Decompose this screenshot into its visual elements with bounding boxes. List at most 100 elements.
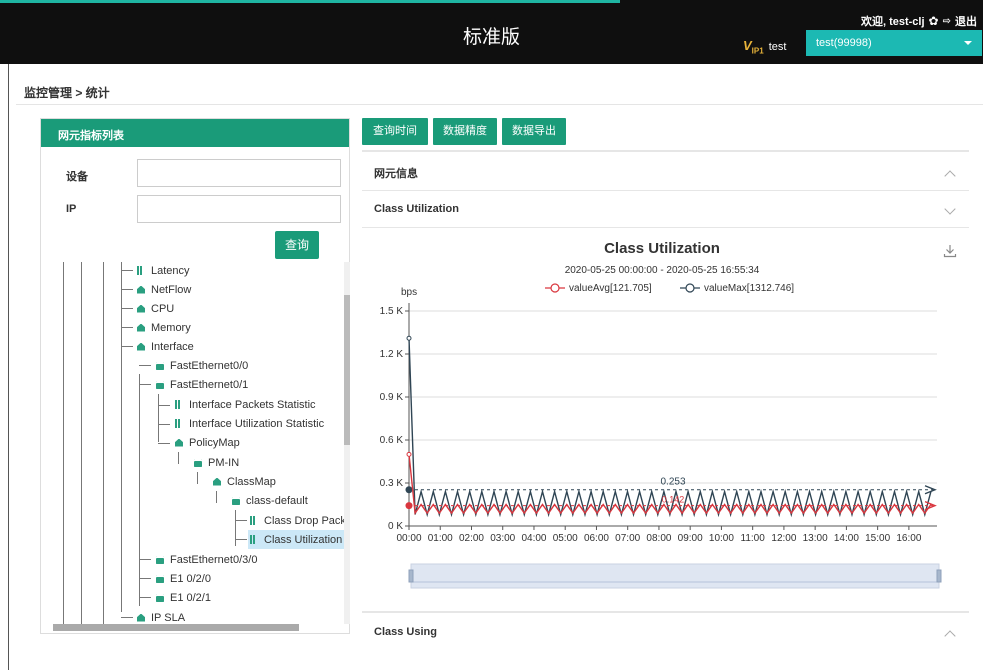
- welcome-text: 欢迎, test-clj: [860, 16, 925, 28]
- tree-node-if-packets[interactable]: Interface Packets Statistic: [175, 395, 316, 414]
- y-tick-label-2: 0.6 K: [380, 435, 404, 446]
- ip-input[interactable]: [137, 195, 341, 223]
- y-tick-label-3: 0.9 K: [380, 392, 404, 403]
- device-input[interactable]: [137, 159, 341, 187]
- folder-icon: [213, 477, 221, 486]
- tree-node-interface[interactable]: Interface: [137, 337, 194, 356]
- chart-title: Class Utilization: [604, 240, 720, 257]
- tree-node-latency[interactable]: Latency: [137, 262, 190, 280]
- panel-title: 网元指标列表: [41, 119, 349, 147]
- x-tick-label-15: 15:00: [865, 533, 890, 544]
- markline-start-dot-1: [405, 486, 413, 494]
- metric-tree: Latency NetFlow CPU Memory Interface Fas…: [48, 262, 344, 624]
- x-tick-label-3: 03:00: [490, 533, 515, 544]
- user-welcome: 欢迎, test-clj ✿ ⇨ 退出: [861, 13, 977, 29]
- folder-icon: [137, 285, 145, 294]
- folder-icon: [137, 613, 145, 622]
- markline-start-dot-0: [405, 502, 413, 510]
- divider: [362, 611, 969, 613]
- gear-icon[interactable]: ✿: [929, 14, 939, 28]
- x-tick-label-16: 16:00: [896, 533, 921, 544]
- tree-node-class-utilization[interactable]: Class Utilization: [248, 530, 344, 549]
- tree-node-fe0-3-0[interactable]: FastEthernet0/3/0: [156, 550, 257, 569]
- zoom-handle-1[interactable]: [936, 569, 942, 583]
- tree-node-cpu[interactable]: CPU: [137, 299, 174, 318]
- chevron-up-icon[interactable]: [944, 170, 956, 182]
- query-time-button[interactable]: 查询时间: [362, 118, 428, 145]
- folder-icon: [137, 342, 145, 351]
- tree-node-memory[interactable]: Memory: [137, 318, 191, 337]
- zoom-handle-0[interactable]: [408, 569, 414, 583]
- divider: [362, 227, 969, 228]
- query-button[interactable]: 查询: [275, 231, 319, 259]
- y-tick-label-4: 1.2 K: [380, 349, 404, 360]
- interface-icon: [156, 361, 164, 370]
- tree-horizontal-scrollbar[interactable]: [53, 624, 299, 631]
- series-start-point-1: [406, 335, 412, 341]
- x-tick-label-13: 13:00: [803, 533, 828, 544]
- bar-chart-icon: [175, 419, 183, 428]
- vip-logo-icon: VIP1: [743, 38, 764, 56]
- class-utilization-chart: valueAvg[121.705] valueMax[1312.746] 0 K0…: [380, 283, 942, 589]
- x-tick-label-11: 11:00: [741, 533, 766, 544]
- legend-marker-1: [685, 283, 695, 293]
- interface-icon: [156, 555, 164, 564]
- bar-chart-icon: [175, 400, 183, 409]
- tree-node-policymap[interactable]: PolicyMap: [175, 433, 240, 452]
- vip-badge: VIP1 test: [743, 38, 786, 56]
- bar-chart-icon: [250, 516, 258, 525]
- tenant-value: test(99998): [816, 37, 872, 49]
- legend-marker-0: [550, 283, 560, 293]
- data-export-button[interactable]: 数据导出: [502, 118, 566, 145]
- markline-label-max: 0.253: [660, 477, 685, 488]
- interface-icon: [232, 496, 240, 505]
- tree-node-fe0-1[interactable]: FastEthernet0/1: [156, 375, 248, 394]
- tree-node-classmap[interactable]: ClassMap: [213, 472, 276, 491]
- chevron-up-icon[interactable]: [944, 630, 956, 642]
- section-class-using[interactable]: Class Using: [374, 626, 437, 638]
- data-precision-button[interactable]: 数据精度: [433, 118, 497, 145]
- y-tick-label-5: 1.5 K: [380, 306, 404, 317]
- x-tick-label-2: 02:00: [459, 533, 484, 544]
- tenant-select[interactable]: test(99998): [806, 30, 982, 56]
- interface-icon: [156, 574, 164, 583]
- section-class-utilization[interactable]: Class Utilization: [374, 203, 459, 215]
- tree-scroll-thumb[interactable]: [344, 295, 350, 445]
- interface-icon: [156, 593, 164, 602]
- tree-node-class-default[interactable]: class-default: [232, 491, 308, 510]
- folder-icon: [137, 323, 145, 332]
- x-tick-label-4: 04:00: [521, 533, 546, 544]
- x-tick-label-0: 00:00: [396, 533, 421, 544]
- x-tick-label-7: 07:00: [615, 533, 640, 544]
- tree-node-e1-0-2-0[interactable]: E1 0/2/0: [156, 569, 211, 588]
- logout-link[interactable]: 退出: [955, 13, 977, 29]
- y-tick-label-0: 0 K: [388, 521, 403, 532]
- x-tick-label-12: 12:00: [771, 533, 796, 544]
- left-border: [8, 64, 9, 670]
- tree-node-netflow[interactable]: NetFlow: [137, 280, 191, 299]
- interface-icon: [156, 380, 164, 389]
- series-start-point-0: [406, 451, 412, 457]
- x-tick-label-6: 06:00: [584, 533, 609, 544]
- tree-node-ip-sla[interactable]: IP SLA: [137, 608, 185, 624]
- download-icon[interactable]: [943, 244, 957, 261]
- x-tick-label-5: 05:00: [553, 533, 578, 544]
- folder-icon: [137, 304, 145, 313]
- divider: [362, 190, 969, 191]
- bar-chart-icon: [137, 266, 145, 275]
- breadcrumb: 监控管理 > 统计: [24, 86, 110, 100]
- tree-node-if-utilization[interactable]: Interface Utilization Statistic: [175, 414, 324, 433]
- tree-node-pm-in[interactable]: PM-IN: [194, 453, 239, 472]
- vip-user: test: [768, 40, 787, 53]
- logout-icon[interactable]: ⇨: [943, 16, 951, 27]
- tree-node-fe0-0[interactable]: FastEthernet0/0: [156, 356, 248, 375]
- chevron-down-icon[interactable]: [944, 203, 956, 215]
- markline-label-avg: 0.142: [662, 495, 685, 505]
- legend-label-1: valueMax[1312.746]: [704, 283, 794, 294]
- tree-node-e1-0-2-1[interactable]: E1 0/2/1: [156, 588, 211, 607]
- tree-node-class-drop-packets[interactable]: Class Drop Packets: [250, 511, 344, 530]
- x-tick-label-10: 10:00: [709, 533, 734, 544]
- section-ne-info[interactable]: 网元信息: [374, 165, 418, 181]
- legend-label-0: valueAvg[121.705]: [569, 283, 652, 294]
- x-tick-label-1: 01:00: [428, 533, 453, 544]
